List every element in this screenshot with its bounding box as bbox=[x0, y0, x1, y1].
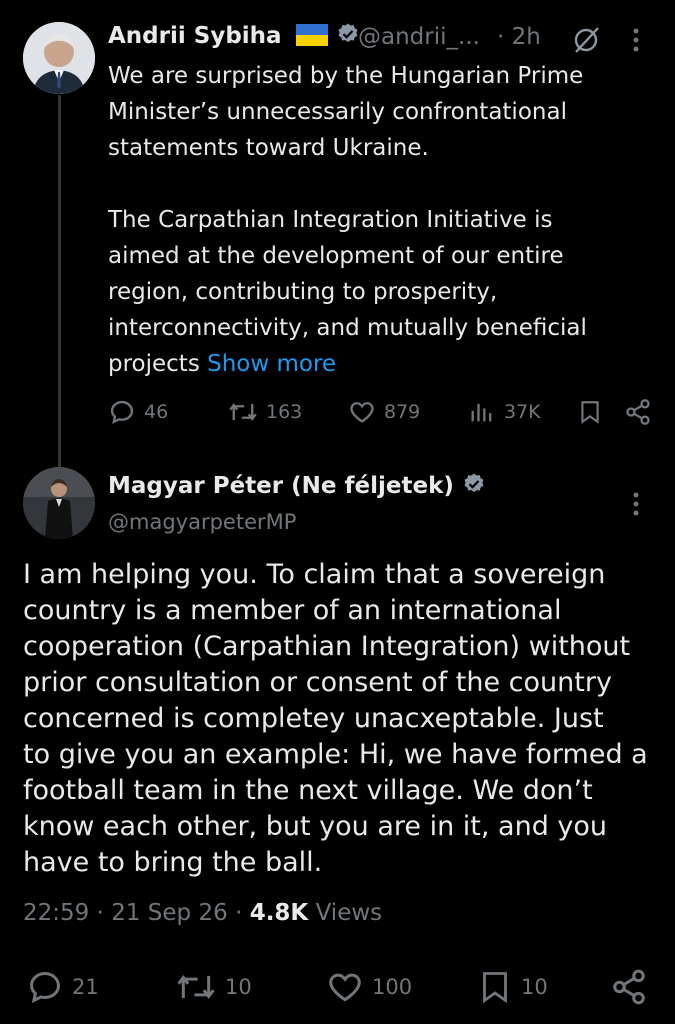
tweet2-line: country is a member of an international bbox=[23, 595, 562, 626]
thread-connector-line bbox=[58, 95, 61, 467]
verified-badge-icon bbox=[464, 473, 484, 493]
reply-icon bbox=[110, 400, 134, 425]
bookmark-button[interactable]: 10 bbox=[477, 968, 548, 1006]
tweet2-line: know each other, but you are in it, and … bbox=[23, 811, 608, 842]
heart-icon bbox=[350, 402, 374, 423]
tweet2-author[interactable]: Magyar Péter (Ne féljetek) bbox=[108, 472, 486, 499]
ukraine-flag-icon bbox=[295, 24, 328, 46]
like-count: 879 bbox=[384, 401, 421, 423]
reply-button[interactable]: 21 bbox=[26, 968, 99, 1006]
tweet2-meta: 22:59 · 21 Sep 26 · 4.8K Views bbox=[23, 900, 383, 926]
bookmark-icon bbox=[483, 972, 507, 1004]
repost-count: 163 bbox=[266, 401, 303, 423]
repost-icon bbox=[229, 403, 257, 421]
tweet1-author[interactable]: Andrii Sybiha bbox=[108, 22, 360, 49]
analytics-icon bbox=[471, 403, 492, 422]
reply-count: 46 bbox=[144, 401, 169, 423]
more-options-icon[interactable] bbox=[630, 26, 642, 58]
avatar-andrii-sybiha[interactable] bbox=[23, 22, 95, 94]
tweet1-line: We are surprised by the Hungarian Prime bbox=[108, 63, 584, 89]
grok-icon[interactable] bbox=[570, 24, 602, 60]
tweet1-line: projects bbox=[108, 351, 200, 377]
tweet2-text: I am helping you. To claim that a sovere… bbox=[23, 557, 663, 881]
tweet2-views-label[interactable]: Views bbox=[316, 900, 383, 926]
tweet1-line: interconnectivity, and mutually benefici… bbox=[108, 315, 587, 341]
show-more-link[interactable]: Show more bbox=[207, 351, 336, 377]
tweet2-line: concerned is completey unacxeptable. Jus… bbox=[23, 703, 604, 734]
tweet2-line: have to bring the ball. bbox=[23, 847, 323, 878]
bookmark-button[interactable] bbox=[577, 398, 603, 430]
share-icon bbox=[626, 399, 650, 425]
reply-count: 21 bbox=[72, 975, 99, 999]
like-button[interactable]: 879 bbox=[348, 398, 420, 426]
tweet1-line: aimed at the development of our entire bbox=[108, 243, 564, 269]
tweet1-line: statements toward Ukraine. bbox=[108, 135, 429, 161]
tweet2-line: I am helping you. To claim that a sovere… bbox=[23, 559, 606, 590]
tweet2-views-count[interactable]: 4.8K bbox=[250, 900, 309, 926]
like-button[interactable]: 100 bbox=[326, 968, 412, 1006]
tweet2-line: football team in the next village. We do… bbox=[23, 775, 593, 806]
tweet2-handle[interactable]: @magyarpeterMP bbox=[108, 510, 296, 534]
views-count: 37K bbox=[504, 401, 541, 423]
repost-button[interactable]: 163 bbox=[228, 398, 302, 426]
tweet1-line: Minister’s unnecessarily confrontational bbox=[108, 99, 567, 125]
tweet2-line: prior consultation or consent of the cou… bbox=[23, 667, 612, 698]
verified-badge-icon bbox=[338, 23, 358, 43]
tweet1-line: region, contributing to prosperity, bbox=[108, 279, 498, 305]
repost-icon bbox=[177, 974, 215, 1000]
tweet1-line: The Carpathian Integration Initiative is bbox=[108, 207, 553, 233]
heart-icon bbox=[329, 973, 361, 1002]
tweet1-time[interactable]: · 2h bbox=[497, 24, 541, 50]
avatar-magyar-peter[interactable] bbox=[23, 467, 95, 539]
repost-button[interactable]: 10 bbox=[175, 968, 252, 1006]
share-button[interactable] bbox=[624, 398, 652, 430]
views-button[interactable]: 37K bbox=[468, 398, 541, 426]
tweet2-line: to give you an example: Hi, we have form… bbox=[23, 739, 648, 770]
tweet2-author-name[interactable]: Magyar Péter (Ne féljetek) bbox=[108, 473, 454, 499]
repost-count: 10 bbox=[225, 975, 252, 999]
tweet2-date[interactable]: 21 Sep 26 bbox=[111, 900, 228, 926]
tweet1-text: We are surprised by the Hungarian Prime … bbox=[108, 58, 668, 382]
tweet2-line: cooperation (Carpathian Integration) wit… bbox=[23, 631, 631, 662]
tweet1-author-name[interactable]: Andrii Sybiha bbox=[108, 23, 282, 49]
reply-button[interactable]: 46 bbox=[108, 398, 168, 426]
reply-icon bbox=[30, 972, 60, 1004]
tweet2-timestamp[interactable]: 22:59 bbox=[23, 900, 89, 926]
share-button[interactable] bbox=[610, 968, 648, 1010]
tweet1-handle[interactable]: @andrii_... bbox=[358, 24, 480, 50]
bookmark-icon bbox=[581, 401, 599, 424]
more-options-icon[interactable] bbox=[630, 490, 642, 522]
share-icon bbox=[613, 969, 645, 1005]
like-count: 100 bbox=[372, 975, 413, 999]
bookmark-count: 10 bbox=[521, 975, 548, 999]
